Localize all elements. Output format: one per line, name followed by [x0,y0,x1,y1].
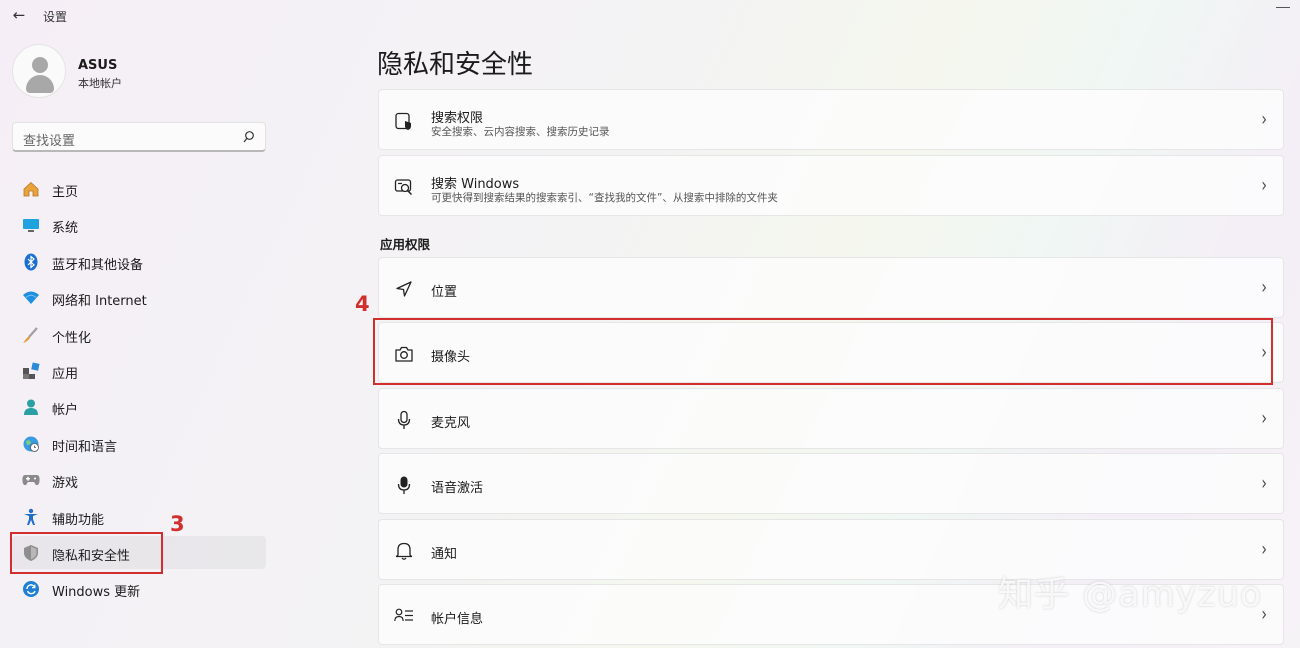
sidebar-item-label: 时间和语言 [52,439,118,455]
wifi-icon [21,288,41,308]
sidebar-item-windows-update[interactable]: Windows 更新 [12,572,266,605]
sidebar-item-personalization[interactable]: 个性化 [12,318,266,351]
search-windows-icon [393,176,415,198]
user-profile[interactable]: ASUS 本地帐户 [12,44,262,100]
avatar [12,44,66,98]
search-input[interactable]: 查找设置 [12,122,266,152]
sidebar-item-label: 个性化 [52,330,92,346]
card-description: 安全搜索、云内容搜索、搜索历史记录 [431,126,610,138]
search-permission-icon [393,110,415,132]
watermark: 知乎 @amyzuo [998,575,1263,615]
home-icon [21,179,41,199]
app-title: 设置 [43,10,68,24]
card-title: 帐户信息 [431,612,484,627]
sidebar-item-label: 辅助功能 [52,512,105,528]
user-name: ASUS [78,58,118,73]
bell-icon [393,540,415,562]
annotation-step-3: 3 [170,512,185,536]
microphone-card[interactable]: 麦克风 › [378,388,1284,449]
chevron-right-icon: › [1261,472,1267,496]
annotation-step-4: 4 [355,292,370,316]
bluetooth-icon [21,252,41,272]
search-icon[interactable] [243,130,255,144]
account-icon [21,397,41,417]
sidebar-item-label: 主页 [52,185,79,200]
sidebar-item-time-language[interactable]: 时间和语言 [12,427,266,460]
minimize-icon[interactable] [1276,0,1290,8]
card-title: 位置 [431,285,458,300]
gamepad-icon [21,470,41,490]
sidebar-item-apps[interactable]: 应用 [12,354,266,387]
accessibility-icon [21,507,41,527]
sidebar-item-system[interactable]: 系统 [12,208,266,241]
globe-clock-icon [21,434,41,454]
title-bar: ← 设置 [0,0,1300,32]
card-description: 可更快得到搜索结果的搜索索引、“查找我的文件”、从搜索中排除的文件夹 [431,192,778,204]
back-arrow-icon[interactable]: ← [10,6,28,24]
system-icon [21,215,41,235]
section-header-app-permissions: 应用权限 [380,237,431,252]
chevron-right-icon: › [1261,538,1267,562]
sidebar-item-label: 帐户 [52,403,79,419]
sidebar-item-accounts[interactable]: 帐户 [12,390,266,423]
annotation-box-camera [373,318,1273,385]
card-title: 麦克风 [431,416,471,431]
annotation-box-privacy [10,532,163,574]
account-type: 本地帐户 [78,77,122,90]
page-title: 隐私和安全性 [377,50,534,80]
voice-activation-icon [393,474,415,496]
sidebar-item-bluetooth[interactable]: 蓝牙和其他设备 [12,245,266,278]
account-info-icon [393,605,415,627]
search-permissions-card[interactable]: 搜索权限 安全搜索、云内容搜索、搜索历史记录 › [378,89,1284,150]
sidebar-item-home[interactable]: 主页 [12,172,266,205]
sidebar-item-label: 游戏 [52,476,79,492]
card-title: 通知 [431,547,458,562]
chevron-right-icon: › [1261,276,1267,300]
chevron-right-icon: › [1261,108,1267,132]
sidebar-item-label: 网络和 Internet [52,294,147,310]
apps-icon [21,361,41,381]
search-windows-card[interactable]: 搜索 Windows 可更快得到搜索结果的搜索索引、“查找我的文件”、从搜索中排… [378,155,1284,216]
card-title: 语音激活 [431,481,484,496]
sidebar-item-accessibility[interactable]: 辅助功能 [12,500,266,533]
microphone-icon [393,409,415,431]
search-placeholder: 查找设置 [23,134,76,149]
sidebar-item-label: Windows 更新 [52,585,141,601]
sidebar-item-label: 应用 [52,366,79,382]
chevron-right-icon: › [1261,407,1267,431]
sidebar-item-label: 蓝牙和其他设备 [52,257,144,273]
update-icon [21,579,41,599]
chevron-right-icon: › [1261,174,1267,198]
sidebar-item-gaming[interactable]: 游戏 [12,463,266,496]
sidebar-item-network[interactable]: 网络和 Internet [12,281,266,314]
location-card[interactable]: 位置 › [378,257,1284,318]
location-icon [393,278,415,300]
sidebar-item-label: 系统 [52,221,79,237]
voice-activation-card[interactable]: 语音激活 › [378,453,1284,514]
brush-icon [21,325,41,345]
